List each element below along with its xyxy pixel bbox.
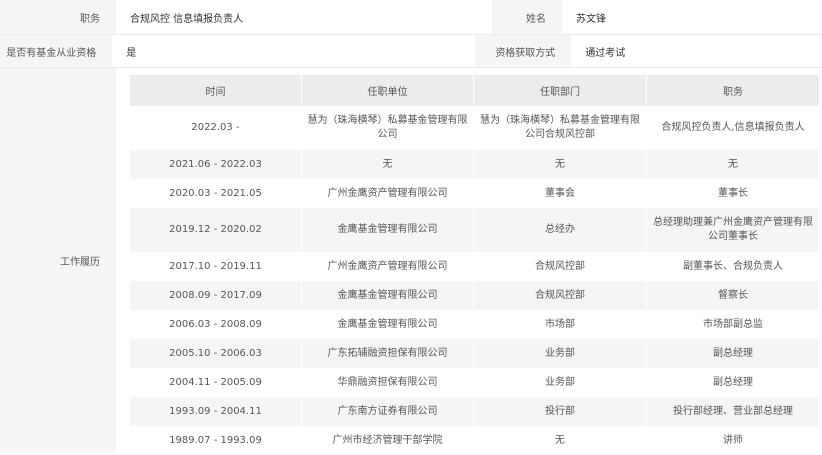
name-value: 苏文锋 — [576, 13, 606, 25]
table-row: 1993.09 - 2004.11 广东南方证券有限公司 投行部 投行部经理、营… — [130, 397, 820, 426]
cell-company: 金鹰基金管理有限公司 — [302, 310, 474, 339]
cell-title: 副总经理 — [647, 368, 820, 397]
table-row: 2004.11 - 2005.09 华鼎融资担保有限公司 业务部 副总经理 — [130, 368, 820, 397]
cell-time: 2006.03 - 2008.09 — [130, 310, 302, 339]
cell-time: 2005.10 - 2006.03 — [130, 339, 302, 368]
cell-title: 合规风控负责人,信息填报负责人 — [647, 106, 820, 150]
cell-department: 市场部 — [474, 310, 647, 339]
cell-company: 金鹰基金管理有限公司 — [302, 208, 474, 252]
position-label: 职务 — [0, 0, 116, 34]
cell-title: 总经理助理兼广州金鹰资产管理有限公司董事长 — [647, 208, 820, 252]
cell-company: 金鹰基金管理有限公司 — [302, 281, 474, 310]
info-row-qualification: 是否有基金从业资格 是 资格获取方式 通过考试 — [0, 35, 822, 68]
cell-department: 总经办 — [474, 208, 647, 252]
cell-time: 2017.10 - 2019.11 — [130, 252, 302, 281]
cell-time: 2019.12 - 2020.02 — [130, 208, 302, 252]
cell-department: 业务部 — [474, 368, 647, 397]
cell-company: 广州金鹰资产管理有限公司 — [302, 252, 474, 281]
table-row: 2021.06 - 2022.03 无 无 无 — [130, 150, 820, 179]
cell-title: 督察长 — [647, 281, 820, 310]
cell-company: 华鼎融资担保有限公司 — [302, 368, 474, 397]
method-label: 资格获取方式 — [474, 35, 572, 67]
cell-company: 无 — [302, 150, 474, 179]
table-row: 2017.10 - 2019.11 广州金鹰资产管理有限公司 合规风控部 副董事… — [130, 252, 820, 281]
cell-time: 2004.11 - 2005.09 — [130, 368, 302, 397]
header-title: 职务 — [647, 75, 820, 106]
table-header-row: 时间 任职单位 任职部门 职务 — [130, 75, 820, 106]
header-department: 任职部门 — [474, 75, 647, 106]
cell-department: 业务部 — [474, 339, 647, 368]
table-row: 2006.03 - 2008.09 金鹰基金管理有限公司 市场部 市场部副总监 — [130, 310, 820, 339]
cell-department: 董事会 — [474, 179, 647, 208]
qualification-value: 是 — [126, 47, 137, 59]
work-history-table: 时间 任职单位 任职部门 职务 2022.03 - 慧为（珠海横琴）私募基金管理… — [130, 75, 820, 455]
header-company: 任职单位 — [302, 75, 474, 106]
cell-company: 广东南方证券有限公司 — [302, 397, 474, 426]
cell-title: 市场部副总监 — [647, 310, 820, 339]
qualification-label: 是否有基金从业资格 — [0, 35, 113, 67]
table-row: 2008.09 - 2017.09 金鹰基金管理有限公司 合规风控部 督察长 — [130, 281, 820, 310]
info-row-position: 职务 合规风控 信息填报负责人 姓名 苏文锋 — [0, 0, 822, 35]
cell-title: 投行部经理、营业部总经理 — [647, 397, 820, 426]
cell-time: 2008.09 - 2017.09 — [130, 281, 302, 310]
cell-department: 合规风控部 — [474, 281, 647, 310]
table-row: 2005.10 - 2006.03 广东拓辅融资担保有限公司 业务部 副总经理 — [130, 339, 820, 368]
cell-title: 董事长 — [647, 179, 820, 208]
table-row: 2019.12 - 2020.02 金鹰基金管理有限公司 总经办 总经理助理兼广… — [130, 208, 820, 252]
cell-title: 副总经理 — [647, 339, 820, 368]
position-value: 合规风控 信息填报负责人 — [130, 13, 244, 25]
cell-company: 广东拓辅融资担保有限公司 — [302, 339, 474, 368]
table-row: 2020.03 - 2021.05 广州金鹰资产管理有限公司 董事会 董事长 — [130, 179, 820, 208]
cell-time: 2022.03 - — [130, 106, 302, 150]
header-time: 时间 — [130, 75, 302, 106]
table-row: 1989.07 - 1993.09 广州市经济管理干部学院 无 讲师 — [130, 426, 820, 455]
method-value: 通过考试 — [585, 47, 626, 59]
table-row: 2022.03 - 慧为（珠海横琴）私募基金管理有限公司 慧为（珠海横琴）私募基… — [130, 106, 820, 150]
name-label: 姓名 — [492, 0, 562, 34]
cell-time: 2020.03 - 2021.05 — [130, 179, 302, 208]
cell-time: 1989.07 - 1993.09 — [130, 426, 302, 455]
cell-department: 无 — [474, 426, 647, 455]
cell-company: 广州金鹰资产管理有限公司 — [302, 179, 474, 208]
cell-department: 慧为（珠海横琴）私募基金管理有限公司合规风控部 — [474, 106, 647, 150]
cell-title: 副董事长、合规负责人 — [647, 252, 820, 281]
work-history-label: 工作履历 — [0, 68, 116, 453]
cell-title: 无 — [647, 150, 820, 179]
cell-department: 合规风控部 — [474, 252, 647, 281]
cell-time: 1993.09 - 2004.11 — [130, 397, 302, 426]
cell-department: 投行部 — [474, 397, 647, 426]
cell-title: 讲师 — [647, 426, 820, 455]
cell-time: 2021.06 - 2022.03 — [130, 150, 302, 179]
cell-department: 无 — [474, 150, 647, 179]
cell-company: 慧为（珠海横琴）私募基金管理有限公司 — [302, 106, 474, 150]
cell-company: 广州市经济管理干部学院 — [302, 426, 474, 455]
